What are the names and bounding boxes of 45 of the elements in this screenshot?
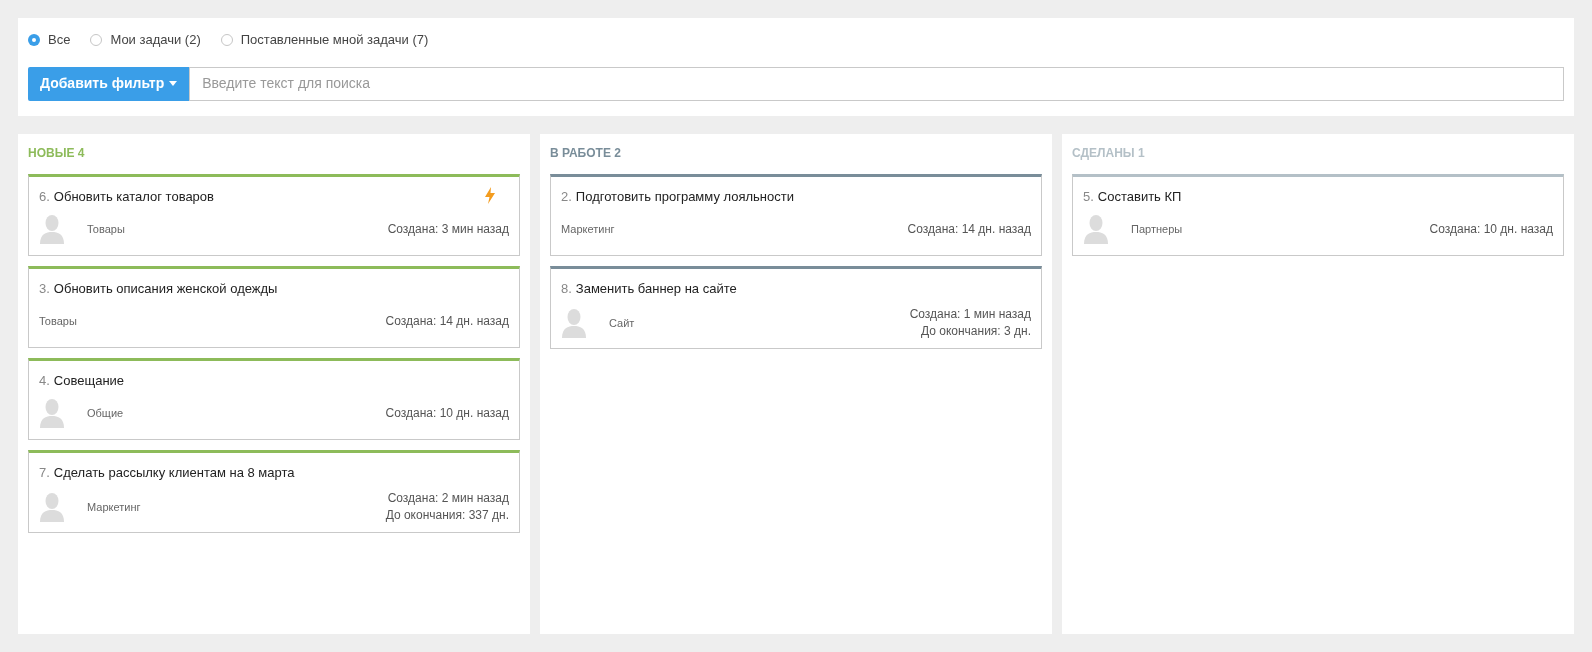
filter-radio[interactable]: Поставленные мной задачи (7) [220,30,429,50]
task-title[interactable]: Обновить описания женской одежды [53,278,278,298]
search-field[interactable]: Введите текст для поиска [189,66,1564,101]
date-text: Создана: 1 мин назад [909,306,1031,323]
task-card[interactable]: 6. Обновить каталог товаров Товары Создана: 3 мин назад [28,173,520,256]
task-title[interactable]: Сделать рассылку клиентам на 8 марта [53,462,295,482]
project-label: Товары [87,221,125,237]
filter-radio[interactable]: Все [28,30,71,50]
column-title: НОВЫЕ 4 [28,144,86,162]
date-text: Создана: 14 дн. назад [385,312,509,330]
task-card[interactable]: 2. Подготовить программу лояльности Маркетинг Создана: 14 дн. назад [550,173,1042,256]
column-title: В РАБОТЕ 2 [550,144,622,162]
task-card[interactable]: 8. Заменить баннер на сайте Сайт Создана: 1 мин назад До окончания: 3 дн. [550,265,1042,349]
task-number: 6. [39,187,50,206]
date-text: Создана: 3 мин назад [387,220,509,238]
date-text: До окончания: 3 дн. [920,323,1031,340]
task-title[interactable]: Совещание [53,370,125,390]
project-label: Сайт [609,315,635,331]
task-number: 5. [1083,187,1094,206]
task-card[interactable]: 5. Составить КП Партнеры Создана: 10 дн. назад [1072,173,1564,256]
date-text: Создана: 2 мин назад [387,490,509,507]
task-card[interactable]: 7. Сделать рассылку клиентам на 8 марта Маркетинг Создана: 2 мин назад До окончания: 337 дн. [28,449,520,533]
date-text: До окончания: 337 дн. [385,507,509,524]
project-label: Маркетинг [87,499,141,515]
project-label: Маркетинг [561,221,615,237]
column-title: СДЕЛАНЫ 1 [1072,144,1146,162]
caret-icon [169,81,178,86]
task-number: 3. [39,279,50,298]
task-card[interactable]: 3. Обновить описания женской одежды Товары Создана: 14 дн. назад [28,265,520,348]
task-title[interactable]: Подготовить программу лояльности [575,186,794,206]
task-title[interactable]: Составить КП [1097,186,1182,206]
date-text: Создана: 14 дн. назад [907,220,1031,238]
task-card[interactable]: 4. Совещание Общие Создана: 10 дн. назад [28,357,520,440]
project-label: Товары [39,313,77,329]
task-number: 8. [561,279,572,298]
task-title[interactable]: Заменить баннер на сайте [575,278,737,298]
task-number: 2. [561,187,572,206]
task-number: 4. [39,371,50,390]
project-label: Общие [87,405,124,421]
project-label: Партнеры [1131,221,1183,237]
date-text: Создана: 10 дн. назад [385,404,509,422]
task-title[interactable]: Обновить каталог товаров [53,186,214,206]
filter-radio[interactable]: Мои задачи (2) [90,30,201,50]
task-number: 7. [39,463,50,482]
date-text: Создана: 10 дн. назад [1429,220,1553,238]
